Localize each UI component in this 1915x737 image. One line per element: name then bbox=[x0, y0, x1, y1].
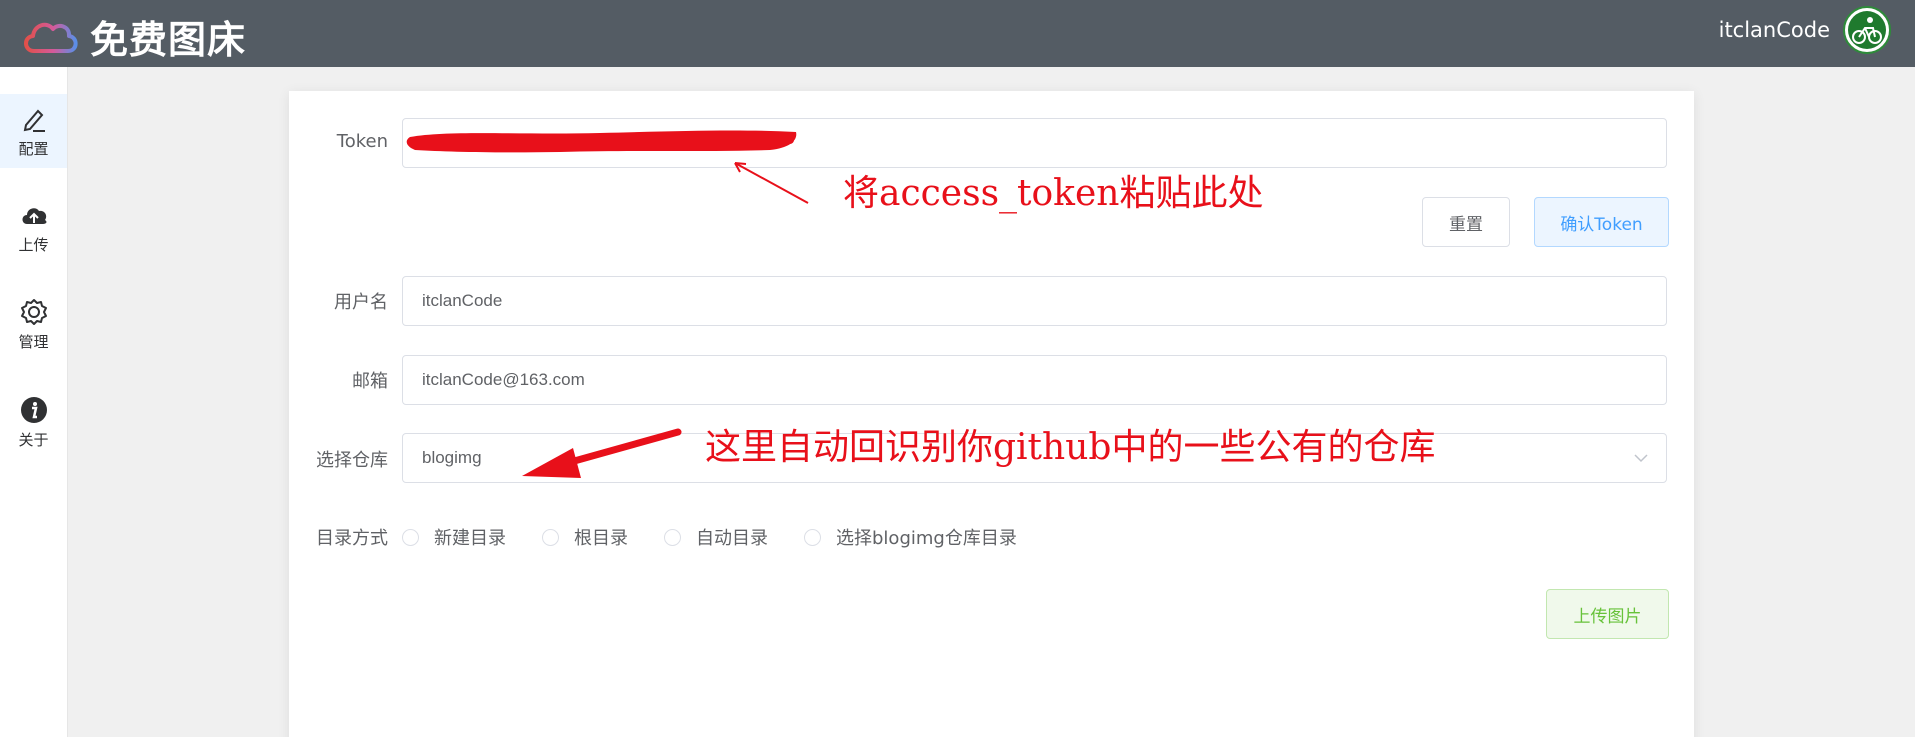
top-header: 免费图床 itclanCode bbox=[0, 0, 1915, 67]
sidebar-item-about[interactable]: 关于 bbox=[0, 385, 67, 459]
repo-label: 选择仓库 bbox=[316, 450, 388, 471]
logo-text: 免费图床 bbox=[90, 18, 247, 62]
radio-label: 新建目录 bbox=[434, 528, 506, 549]
repo-select-value: blogimg bbox=[422, 448, 482, 467]
radio-circle[interactable] bbox=[664, 528, 681, 546]
edit-icon bbox=[23, 109, 45, 132]
username-label: 用户名 bbox=[334, 292, 388, 313]
radio-circle[interactable] bbox=[542, 528, 559, 546]
username-input[interactable]: itclanCode bbox=[402, 276, 1667, 326]
radio-label: 根目录 bbox=[574, 528, 628, 549]
sidebar-item-upload[interactable]: 上传 bbox=[0, 190, 67, 264]
info-icon bbox=[20, 397, 47, 423]
sidebar-item-label: 管理 bbox=[18, 333, 49, 351]
sidebar-item-config[interactable]: 配置 bbox=[0, 94, 67, 168]
radio-label: 自动目录 bbox=[696, 528, 768, 549]
sidebar-item-label: 配置 bbox=[18, 140, 49, 158]
logo[interactable]: 免费图床 bbox=[20, 9, 246, 64]
radio-root-dir[interactable]: 根目录 bbox=[542, 524, 628, 550]
dir-radio-group: 新建目录 根目录 自动目录 选择blogimg仓库目录 bbox=[402, 524, 1053, 550]
dir-label: 目录方式 bbox=[316, 528, 388, 549]
token-input[interactable] bbox=[402, 118, 1667, 168]
repo-annotation: 这里自动回识别你github中的一些公有的仓库 bbox=[705, 427, 1436, 468]
cloud-logo-icon bbox=[24, 22, 78, 53]
radio-circle[interactable] bbox=[402, 528, 419, 546]
token-label: Token bbox=[336, 131, 388, 152]
upload-image-button[interactable]: 上传图片 bbox=[1546, 589, 1669, 639]
sidebar-item-label: 关于 bbox=[18, 431, 49, 449]
gear-icon bbox=[20, 299, 47, 325]
sidebar-item-label: 上传 bbox=[18, 236, 49, 254]
radio-select-repo-dir[interactable]: 选择blogimg仓库目录 bbox=[804, 524, 1017, 550]
radio-circle[interactable] bbox=[804, 528, 821, 546]
token-annotation: 将access_token粘贴此处 bbox=[843, 173, 1264, 214]
email-input[interactable]: itclanCode@163.com bbox=[402, 355, 1667, 405]
radio-label: 选择blogimg仓库目录 bbox=[836, 528, 1017, 549]
reset-button[interactable]: 重置 bbox=[1422, 197, 1510, 247]
sidebar-item-manage[interactable]: 管理 bbox=[0, 287, 67, 361]
sidebar: 配置 上传 管理 关于 bbox=[0, 67, 68, 737]
cloud-upload-icon bbox=[22, 208, 46, 224]
radio-auto-dir[interactable]: 自动目录 bbox=[664, 524, 768, 550]
chevron-down-icon bbox=[1634, 454, 1648, 463]
email-label: 邮箱 bbox=[352, 371, 388, 392]
radio-new-dir[interactable]: 新建目录 bbox=[402, 524, 506, 550]
user-name[interactable]: itclanCode bbox=[1719, 18, 1830, 42]
avatar[interactable] bbox=[1843, 6, 1891, 54]
confirm-token-button[interactable]: 确认Token bbox=[1534, 197, 1669, 247]
cyclist-avatar-icon bbox=[1848, 11, 1886, 49]
